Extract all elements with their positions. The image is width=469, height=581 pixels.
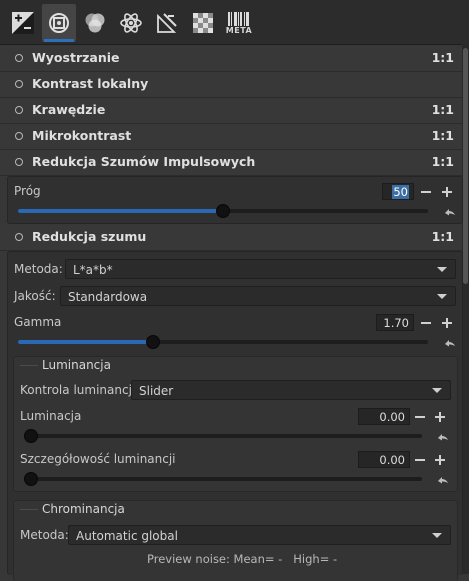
ratio-label: 1:1	[431, 50, 454, 65]
threshold-input[interactable]: 50	[382, 183, 414, 200]
slider-handle[interactable]	[216, 204, 230, 218]
section-noise-reduction[interactable]: Redukcja szumu 1:1	[0, 225, 462, 251]
threshold-slider[interactable]	[18, 204, 428, 218]
ratio-label: 1:1	[431, 128, 454, 143]
enable-toggle[interactable]	[15, 106, 23, 114]
increment-button[interactable]	[433, 453, 447, 467]
method-label: Metoda:	[14, 262, 63, 276]
chrominance-panel: Chrominancja Metoda: Automatic global Pr…	[13, 500, 458, 581]
chevron-down-icon	[437, 294, 447, 299]
quality-combo[interactable]: Standardowa	[60, 286, 456, 306]
enable-toggle[interactable]	[15, 233, 23, 241]
section-impulse-noise-reduction[interactable]: Redukcja Szumów Impulsowych 1:1	[0, 150, 462, 176]
ratio-label: 1:1	[431, 229, 454, 244]
chrominance-title: Chrominancja	[42, 502, 125, 516]
enable-toggle[interactable]	[15, 158, 23, 166]
method-combo[interactable]: L*a*b*	[65, 259, 456, 279]
meta-label: META	[225, 25, 253, 35]
raw-icon	[193, 13, 213, 33]
reset-icon[interactable]	[444, 206, 456, 216]
scrollbar[interactable]	[462, 44, 469, 574]
decrement-button[interactable]	[419, 185, 433, 199]
meta-icon	[228, 11, 249, 26]
luminance-input[interactable]: 0.00	[358, 408, 410, 425]
exposure-icon	[12, 12, 34, 34]
chroma-method-label: Metoda:	[20, 528, 69, 542]
advanced-icon	[120, 13, 142, 33]
detail-tab[interactable]	[42, 4, 76, 42]
section-edges[interactable]: Krawędzie 1:1	[0, 98, 462, 124]
enable-toggle[interactable]	[15, 80, 23, 88]
color-icon	[85, 13, 105, 33]
increment-button[interactable]	[433, 410, 447, 424]
luminance-slider[interactable]	[24, 429, 422, 443]
section-title: Wyostrzanie	[32, 50, 120, 65]
chevron-down-icon	[432, 533, 442, 538]
noise-reduction-panel: Metoda: L*a*b* Jakość: Standardowa Gamma…	[7, 251, 463, 581]
chroma-method-combo[interactable]: Automatic global	[68, 525, 451, 545]
decrement-button[interactable]	[413, 410, 427, 424]
chevron-down-icon	[432, 388, 442, 393]
detail-icon	[49, 13, 69, 33]
gamma-input[interactable]: 1.70	[376, 314, 414, 331]
section-sharpening[interactable]: Wyostrzanie 1:1	[0, 46, 462, 72]
increment-button[interactable]	[440, 316, 454, 330]
luminance-label: Luminacja	[20, 409, 82, 423]
section-title: Redukcja Szumów Impulsowych	[32, 154, 256, 169]
threshold-label: Próg	[14, 184, 41, 198]
meta-tab[interactable]: META	[222, 4, 256, 42]
quality-label: Jakość:	[14, 289, 56, 303]
ratio-label: 1:1	[431, 154, 454, 169]
gamma-label: Gamma	[14, 315, 62, 329]
exposure-tab[interactable]	[6, 4, 40, 42]
section-title: Krawędzie	[32, 102, 106, 117]
luminance-detail-slider[interactable]	[24, 472, 422, 486]
section-local-contrast[interactable]: Kontrast lokalny	[0, 72, 462, 98]
gamma-slider[interactable]	[18, 335, 428, 349]
luminance-control-label: Kontrola luminancji:	[20, 383, 140, 397]
chevron-down-icon	[437, 267, 447, 272]
slider-fill	[18, 209, 223, 213]
color-tab[interactable]	[78, 4, 112, 42]
impulse-nr-panel: Próg 50	[7, 176, 463, 224]
divider	[20, 365, 38, 366]
advanced-tab[interactable]	[114, 4, 148, 42]
ratio-label: 1:1	[431, 102, 454, 117]
luminance-control-combo[interactable]: Slider	[131, 380, 451, 400]
increment-button[interactable]	[440, 185, 454, 199]
luminance-title: Luminancja	[42, 358, 111, 372]
section-microcontrast[interactable]: Mikrokontrast 1:1	[0, 124, 462, 150]
section-title: Kontrast lokalny	[32, 76, 149, 91]
transform-icon	[157, 13, 177, 33]
slider-handle[interactable]	[146, 335, 161, 349]
reset-icon[interactable]	[444, 337, 456, 347]
scrollbar-thumb[interactable]	[463, 48, 468, 284]
slider-fill	[18, 340, 154, 344]
slider-handle[interactable]	[24, 429, 38, 443]
enable-toggle[interactable]	[15, 54, 23, 62]
reset-icon[interactable]	[437, 431, 449, 441]
decrement-button[interactable]	[413, 453, 427, 467]
reset-icon[interactable]	[437, 474, 449, 484]
section-title: Redukcja szumu	[32, 229, 147, 244]
luminance-panel: Luminancja Kontrola luminancji: Slider L…	[13, 356, 458, 492]
transform-tab[interactable]	[150, 4, 184, 42]
decrement-button[interactable]	[419, 316, 433, 330]
divider	[20, 509, 38, 510]
toolbar: META	[0, 0, 469, 45]
slider-handle[interactable]	[24, 472, 38, 486]
luminance-detail-label: Szczegółowość luminancji	[20, 452, 176, 466]
preview-noise-status: Preview noise: Mean= - High= -	[147, 552, 338, 566]
section-title: Mikrokontrast	[32, 128, 132, 143]
enable-toggle[interactable]	[15, 132, 23, 140]
raw-tab[interactable]	[186, 4, 220, 42]
luminance-detail-input[interactable]: 0.00	[358, 451, 410, 468]
